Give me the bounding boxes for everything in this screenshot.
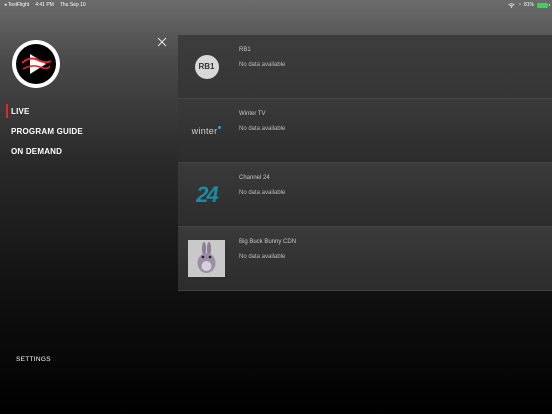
winter-logo-text: winter xyxy=(191,125,218,136)
menu-item-on-demand[interactable]: ON DEMAND xyxy=(11,147,62,156)
rb1-logo-text: RB1 xyxy=(194,54,219,79)
winter-logo-dot xyxy=(218,126,222,129)
settings-button[interactable]: SETTINGS xyxy=(16,356,51,363)
menu-item-program-guide[interactable]: PROGRAM GUIDE xyxy=(11,127,83,136)
channel-row-big-buck-bunny[interactable]: Big Buck Bunny CDN No data available xyxy=(178,227,552,291)
rotation-lock-icon: ◔ xyxy=(517,2,521,8)
close-icon[interactable] xyxy=(157,37,167,47)
wifi-icon xyxy=(508,2,515,8)
menu-item-live[interactable]: LIVE xyxy=(6,104,30,118)
channel-name: RB1 xyxy=(239,47,251,53)
channel-row-winter-tv[interactable]: winter Winter TV No data available xyxy=(178,99,552,163)
status-bar: ◂ TestFlight 4:41 PM Thu Sep 10 ◔ 81% xyxy=(0,0,552,10)
channel-logo-big-buck-bunny xyxy=(188,240,225,277)
status-date: Thu Sep 10 xyxy=(59,2,86,8)
bunny-icon xyxy=(188,240,225,277)
channel-list: RB1 RB1 No data available winter Winter … xyxy=(178,35,552,291)
channel-status: No data available xyxy=(239,190,286,196)
channel-status: No data available xyxy=(239,254,286,260)
battery-icon xyxy=(537,2,550,8)
channel-logo-winter-tv: winter xyxy=(188,112,225,149)
channel-logo-rb1: RB1 xyxy=(188,48,225,85)
channel-status: No data available xyxy=(239,62,286,68)
channel-name: Big Buck Bunny CDN xyxy=(239,239,297,245)
app-logo xyxy=(12,40,60,88)
channel24-logo-text: 24 xyxy=(196,181,219,207)
battery-percent: 81% xyxy=(523,2,534,8)
channel-row-channel-24[interactable]: 24 Channel 24 No data available xyxy=(178,163,552,227)
channel-name: Channel 24 xyxy=(239,175,270,181)
channel-status: No data available xyxy=(239,126,286,132)
side-drawer: LIVE PROGRAM GUIDE ON DEMAND SETTINGS xyxy=(0,10,178,414)
channel-row-rb1[interactable]: RB1 RB1 No data available xyxy=(178,35,552,99)
channel-name: Winter TV xyxy=(239,111,266,117)
back-to-testflight[interactable]: ◂ TestFlight xyxy=(4,2,29,8)
play-icon xyxy=(21,54,52,74)
channel-logo-channel-24: 24 xyxy=(188,176,225,213)
status-time: 4:41 PM xyxy=(35,2,54,8)
